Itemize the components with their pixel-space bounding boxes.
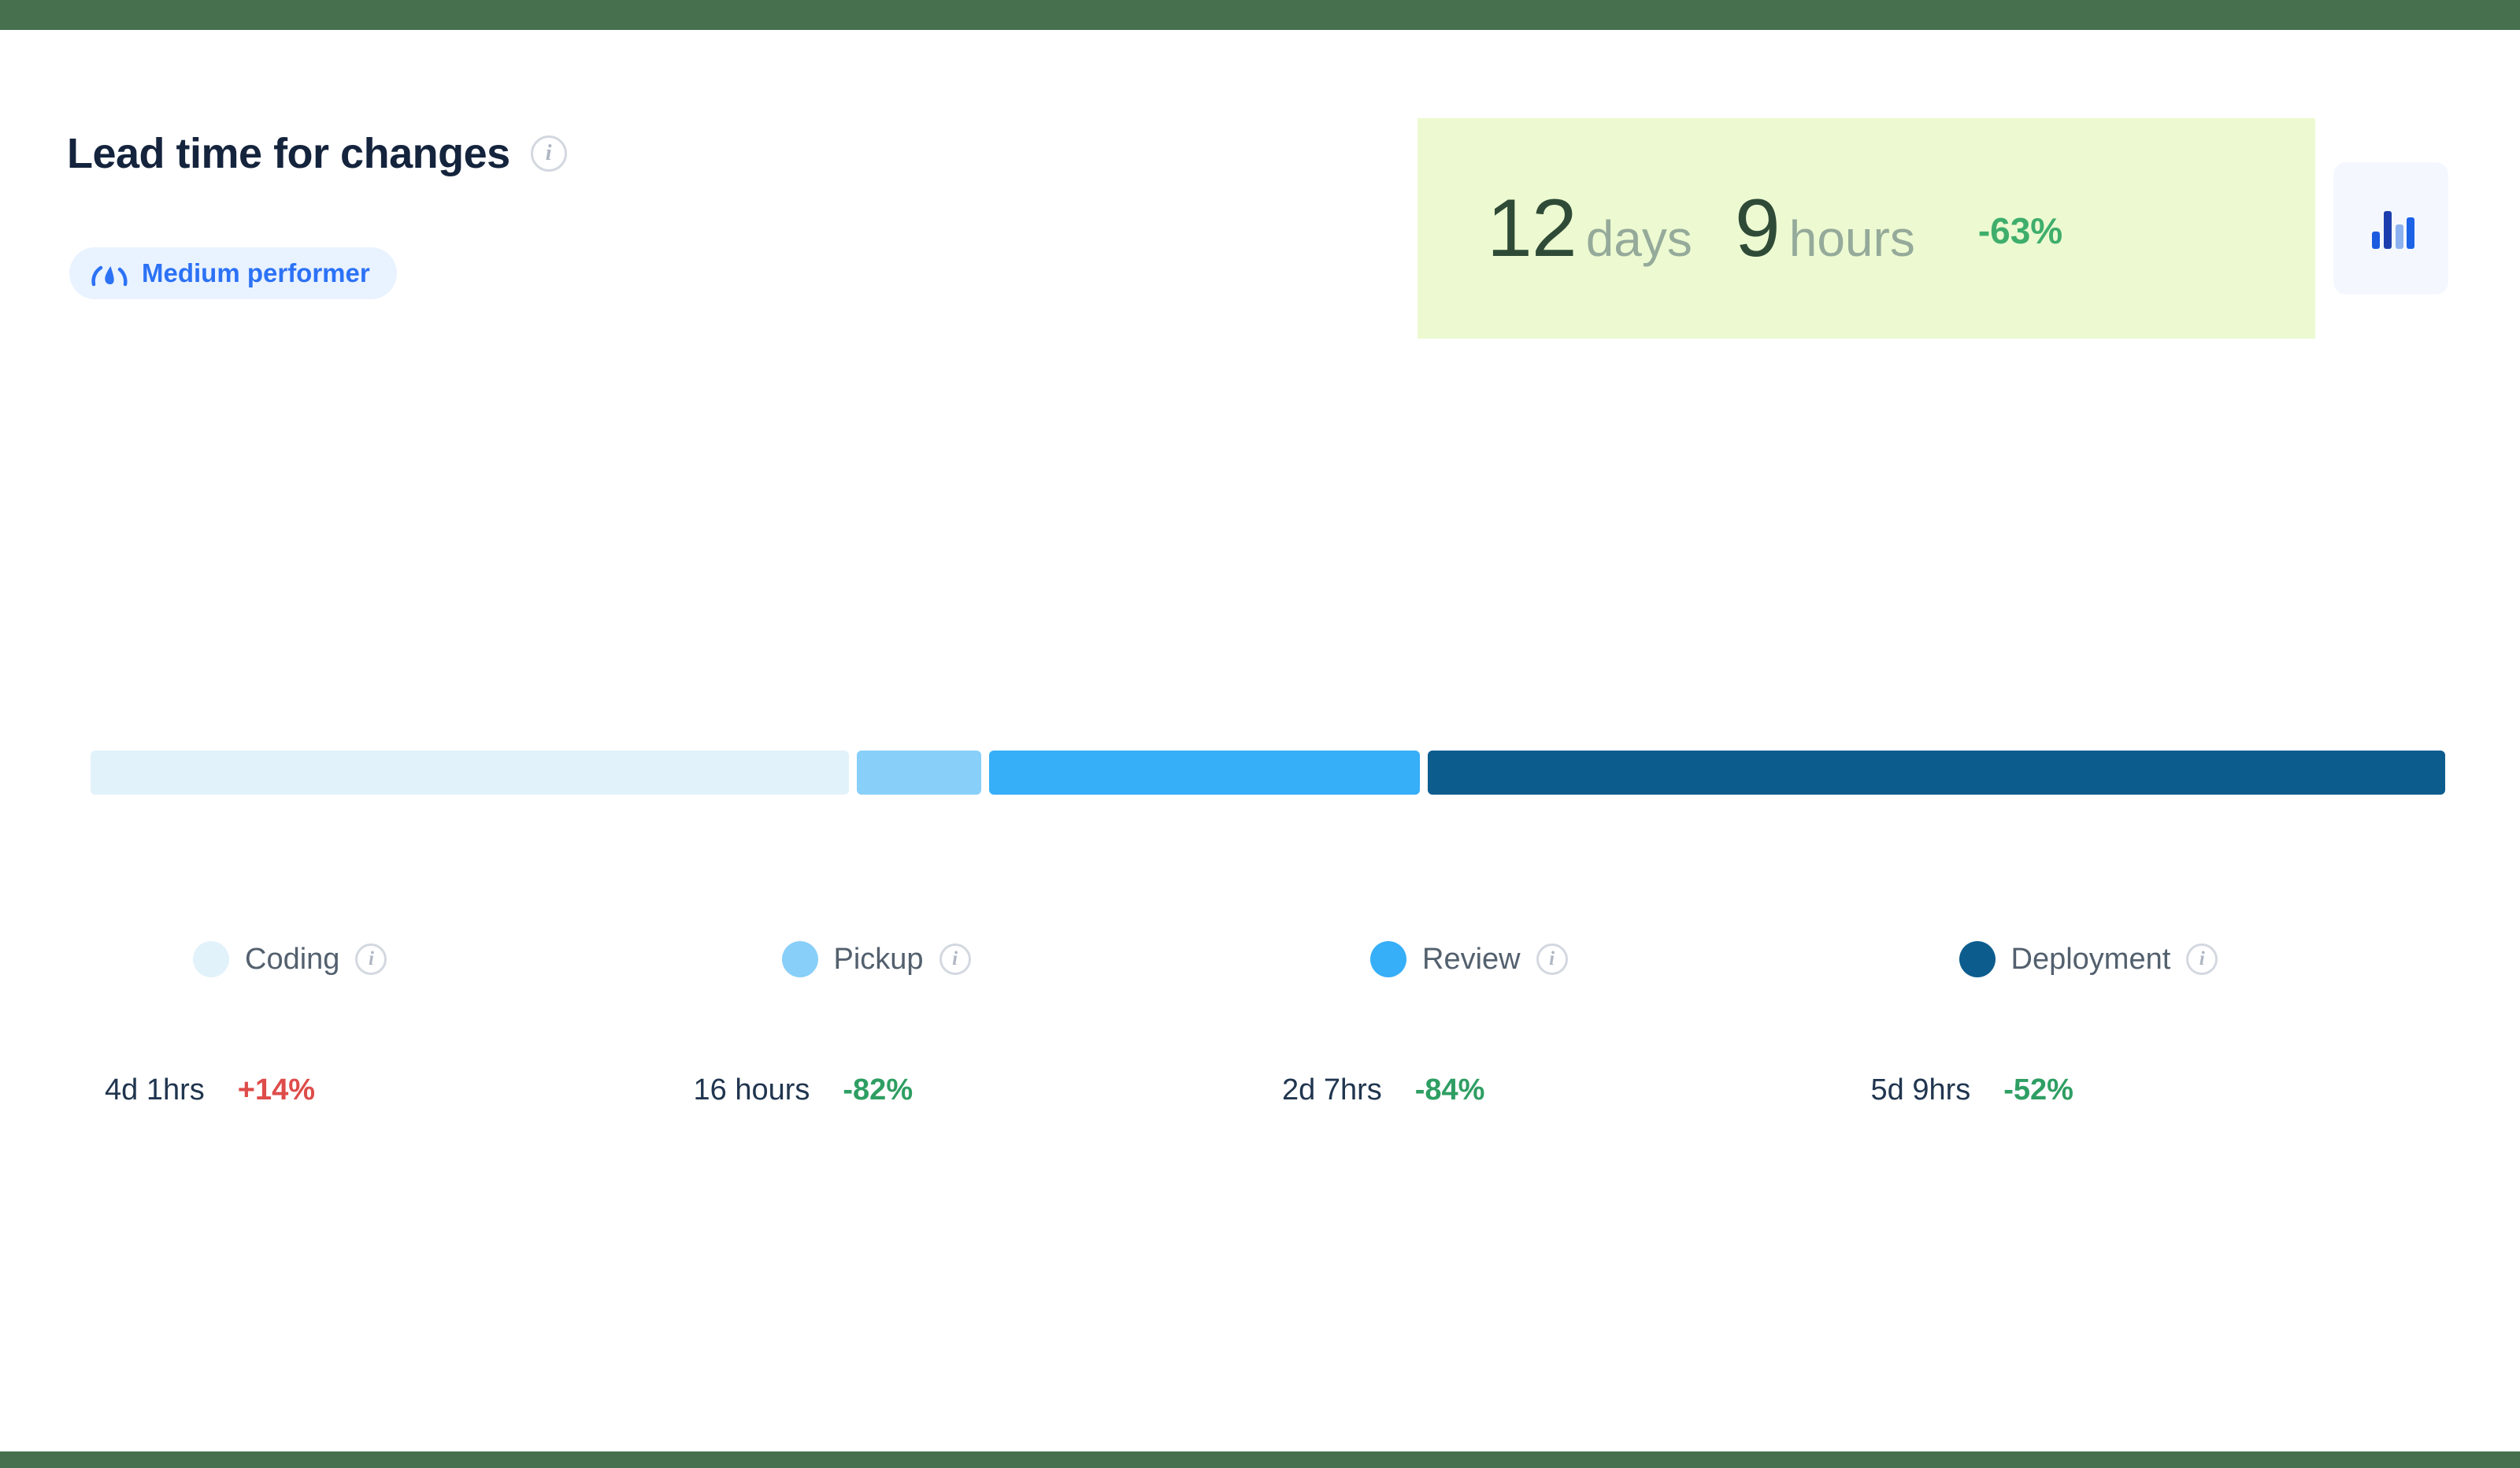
value-item-pickup: 16 hours -82% <box>680 1073 1269 1129</box>
legend-item-pickup[interactable]: Pickup i <box>680 932 1269 987</box>
value-time-review: 2d 7hrs <box>1282 1073 1382 1107</box>
performer-label: Medium performer <box>142 258 370 287</box>
performer-badge[interactable]: Medium performer <box>69 247 397 299</box>
metric-days-value: 12 <box>1487 183 1577 274</box>
stage-values: 4d 1hrs +14% 16 hours -82% 2d 7hrs -84% … <box>91 1073 2445 1129</box>
page-title: Lead time for changes <box>67 130 510 177</box>
value-time-deployment: 5d 9hrs <box>1870 1073 1971 1107</box>
legend-item-deployment[interactable]: Deployment i <box>1857 932 2446 987</box>
metric-days-unit: days <box>1585 210 1692 267</box>
value-item-deployment: 5d 9hrs -52% <box>1857 1073 2446 1129</box>
value-delta-pickup: -82% <box>843 1073 914 1107</box>
legend-dot-pickup <box>781 941 818 977</box>
value-delta-deployment: -52% <box>2003 1073 2073 1107</box>
value-delta-review: -84% <box>1414 1073 1485 1107</box>
card-header: Lead time for changes i <box>67 132 567 175</box>
value-time-coding: 4d 1hrs <box>105 1073 205 1107</box>
legend-dot-deployment <box>1959 941 1996 977</box>
top-frame-band <box>0 0 2520 30</box>
metric-summary-badge: 12 days 9 hours -63% <box>1418 118 2315 339</box>
legend-info-icon-coding[interactable]: i <box>355 943 387 975</box>
value-item-coding: 4d 1hrs +14% <box>91 1073 680 1129</box>
legend-label-deployment: Deployment <box>2010 942 2171 976</box>
bar-chart-icon <box>2366 203 2416 254</box>
metric-delta: -63% <box>1977 210 2063 251</box>
bar-segment-coding[interactable] <box>91 751 849 795</box>
lead-time-stacked-bar <box>91 751 2445 795</box>
value-time-pickup: 16 hours <box>693 1073 810 1107</box>
metric-value-group: 12 days 9 hours -63% <box>1487 187 2062 269</box>
title-info-icon[interactable]: i <box>530 135 567 172</box>
bar-segment-review[interactable] <box>989 751 1421 795</box>
legend-dot-coding <box>193 941 229 977</box>
legend-item-coding[interactable]: Coding i <box>91 932 680 987</box>
bar-chart-button[interactable] <box>2333 162 2448 295</box>
value-delta-coding: +14% <box>237 1073 315 1107</box>
legend-info-icon-review[interactable]: i <box>1536 943 1568 975</box>
legend-label-coding: Coding <box>245 942 340 976</box>
metric-hours-value: 9 <box>1734 183 1781 274</box>
metric-hours-unit: hours <box>1788 210 1915 267</box>
legend-label-review: Review <box>1422 942 1521 976</box>
legend-label-pickup: Pickup <box>833 942 924 976</box>
bar-segment-pickup[interactable] <box>856 751 982 795</box>
stage-legend: Coding i Pickup i Review i Deployment i <box>91 932 2445 987</box>
bottom-frame-band <box>0 1451 2520 1468</box>
legend-item-review[interactable]: Review i <box>1268 932 1857 987</box>
legend-info-icon-pickup[interactable]: i <box>939 943 971 975</box>
legend-dot-review <box>1370 941 1406 977</box>
gauge-icon <box>91 260 128 287</box>
bar-segment-deployment[interactable] <box>1428 751 2445 795</box>
value-item-review: 2d 7hrs -84% <box>1268 1073 1857 1129</box>
lead-time-card: Lead time for changes i Medium performer… <box>0 30 2520 1451</box>
legend-info-icon-deployment[interactable]: i <box>2186 943 2218 975</box>
